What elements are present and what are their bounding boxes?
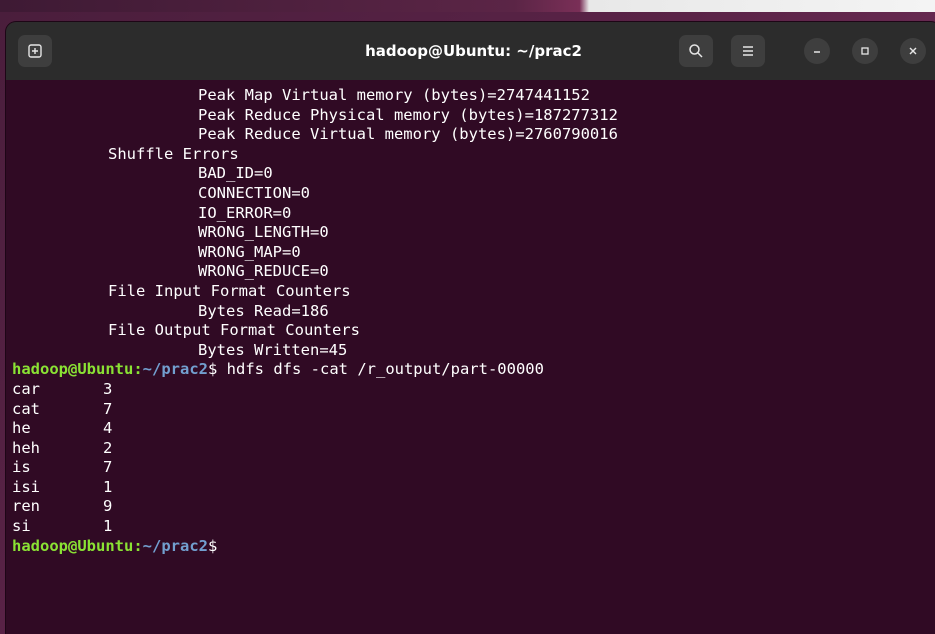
output-word: he [12, 419, 31, 438]
output-count: 4 [103, 419, 113, 438]
terminal-output[interactable]: Peak Map Virtual memory (bytes)=27474411… [6, 80, 935, 634]
output-row: si 1 [12, 517, 935, 537]
prompt-user-host: hadoop@Ubuntu [12, 536, 134, 555]
search-icon [689, 44, 703, 58]
output-row: isi 1 [12, 478, 935, 498]
output-row: cat 7 [12, 400, 935, 420]
minimize-button[interactable] [804, 38, 830, 64]
output-word: si [12, 517, 31, 536]
terminal-line: File Output Format Counters [108, 321, 360, 340]
terminal-line: WRONG_MAP=0 [198, 242, 301, 261]
desktop-background [0, 0, 935, 12]
window-title: hadoop@Ubuntu: ~/prac2 [365, 42, 582, 60]
current-prompt-line[interactable]: hadoop@Ubuntu:~/prac2$ [12, 537, 935, 557]
output-count: 7 [103, 458, 113, 477]
output-row: heh 2 [12, 439, 935, 459]
close-button[interactable] [900, 38, 926, 64]
output-row: is 7 [12, 458, 935, 478]
output-word: cat [12, 399, 40, 418]
prompt-user-host: hadoop@Ubuntu [12, 360, 134, 379]
terminal-line: Shuffle Errors [108, 144, 239, 163]
output-row: he 4 [12, 419, 935, 439]
terminal-line: Bytes Written=45 [198, 340, 348, 359]
maximize-icon [861, 47, 869, 55]
output-count: 2 [103, 438, 113, 457]
search-button[interactable] [679, 35, 713, 67]
output-word: ren [12, 497, 40, 516]
terminal-line: Bytes Read=186 [198, 301, 329, 320]
output-word: car [12, 379, 40, 398]
output-word: is [12, 458, 31, 477]
output-count: 1 [103, 517, 113, 536]
menu-button[interactable] [731, 35, 765, 67]
maximize-button[interactable] [852, 38, 878, 64]
command-text: hdfs dfs -cat /r_output/part-00000 [217, 360, 544, 379]
new-tab-icon [28, 44, 42, 58]
prompt-symbol: $ [208, 536, 218, 555]
output-word: isi [12, 477, 40, 496]
hamburger-menu-icon [743, 46, 753, 56]
terminal-line: Peak Reduce Virtual memory (bytes)=27607… [198, 125, 618, 144]
output-count: 7 [103, 399, 113, 418]
output-count: 1 [103, 477, 113, 496]
prompt-colon: : [133, 536, 143, 555]
prompt-symbol: $ [208, 360, 218, 379]
window-titlebar[interactable]: hadoop@Ubuntu: ~/prac2 [6, 22, 935, 80]
output-row: car 3 [12, 380, 935, 400]
output-row: ren 9 [12, 497, 935, 517]
terminal-line: BAD_ID=0 [198, 164, 273, 183]
close-icon [909, 47, 917, 55]
terminal-line: CONNECTION=0 [198, 183, 310, 202]
output-word: heh [12, 438, 40, 457]
terminal-line: Peak Reduce Physical memory (bytes)=1872… [198, 105, 618, 124]
terminal-line: WRONG_REDUCE=0 [198, 262, 329, 281]
terminal-line: WRONG_LENGTH=0 [198, 223, 329, 242]
terminal-line: IO_ERROR=0 [198, 203, 292, 222]
prompt-path: ~/prac2 [142, 536, 208, 555]
terminal-window: hadoop@Ubuntu: ~/prac2 Peak Map Virtual … [6, 22, 935, 634]
minimize-icon [814, 51, 820, 53]
terminal-line: File Input Format Counters [108, 281, 351, 300]
output-count: 3 [103, 379, 113, 398]
prompt-colon: : [133, 360, 143, 379]
output-count: 9 [103, 497, 113, 516]
terminal-line: Peak Map Virtual memory (bytes)=27474411… [198, 86, 590, 104]
new-tab-button[interactable] [18, 35, 52, 67]
command-line: hadoop@Ubuntu:~/prac2$ hdfs dfs -cat /r_… [12, 360, 935, 380]
prompt-path: ~/prac2 [142, 360, 208, 379]
